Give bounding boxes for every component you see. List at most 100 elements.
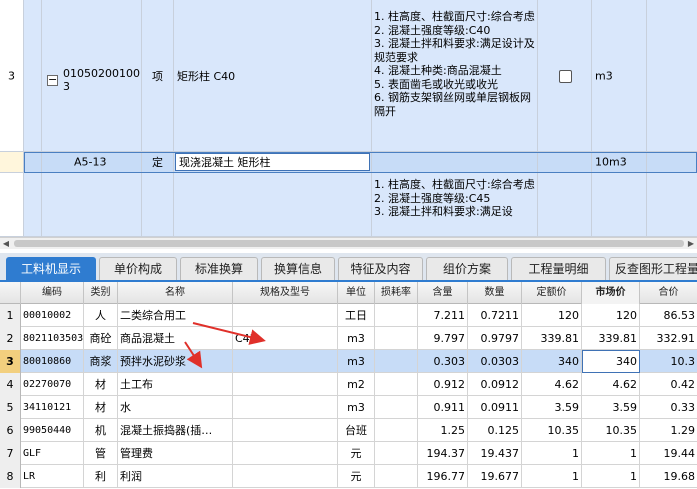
cell-content[interactable]: 196.77 (418, 465, 468, 488)
cell-loss-rate[interactable] (375, 327, 418, 350)
collapse-toggle-icon[interactable]: − (47, 74, 58, 86)
header-spec[interactable]: 规格及型号 (233, 282, 338, 304)
cell-content[interactable]: 1.25 (418, 419, 468, 442)
cell-unit[interactable]: m3 (338, 396, 375, 419)
cell-code[interactable]: 99050440 (21, 419, 84, 442)
scroll-right-icon[interactable]: ▶ (685, 238, 697, 250)
cell-quantity[interactable]: 19.677 (468, 465, 522, 488)
table-row[interactable]: 5 34110121 材水 m3 0.911 0.0911 3.59 3.59 0.33 (0, 396, 697, 419)
grid-row-item[interactable]: 1. 柱高度、柱截面尺寸:综合考虑 2. 混凝土强度等级:C45 3. 混凝土拌… (0, 173, 697, 237)
cell-quantity[interactable]: 0.0911 (468, 396, 522, 419)
grid-row-quota[interactable]: A5-13 定 现浇混凝土 矩形柱 10m3 (0, 152, 697, 173)
cell-total[interactable]: 332.91 (640, 327, 697, 350)
cell-loss-rate[interactable] (375, 419, 418, 442)
cell-unit[interactable]: 工日 (338, 304, 375, 327)
cell-quantity[interactable]: 19.437 (468, 442, 522, 465)
tab-quantity-detail[interactable]: 工程量明细 (511, 257, 606, 280)
cell-quantity[interactable]: 0.7211 (468, 304, 522, 327)
cell-name[interactable]: 土工布 (118, 373, 233, 396)
tab-labor-material-machine[interactable]: 工料机显示 (6, 257, 96, 280)
cell-category[interactable]: 商浆 (84, 350, 118, 373)
cell-quota-price[interactable]: 120 (522, 304, 582, 327)
type-cell[interactable]: 项 (142, 0, 174, 152)
tab-standard-conversion[interactable]: 标准换算 (180, 257, 258, 280)
cell-category[interactable]: 材 (84, 396, 118, 419)
cell-category[interactable]: 商砼 (84, 327, 118, 350)
tab-reverse-graphic-quantity[interactable]: 反查图形工程量 (609, 257, 697, 280)
cell-total[interactable]: 0.33 (640, 396, 697, 419)
cell-quota-price[interactable]: 1 (522, 442, 582, 465)
cell-code[interactable]: 02270070 (21, 373, 84, 396)
cell-content[interactable]: 0.911 (418, 396, 468, 419)
grid-row-item[interactable]: 3 − 010502001003 项 矩形柱 C40 1. 柱高度、柱截面尺寸:… (0, 0, 697, 152)
cell-market-price[interactable]: 120 (582, 304, 640, 327)
cell-total[interactable]: 19.44 (640, 442, 697, 465)
table-row[interactable]: 8 LR 利利润元 196.77 19.677 1 1 19.68 (0, 465, 697, 488)
cell-quota-price[interactable]: 340 (522, 350, 582, 373)
cell-spec[interactable] (233, 442, 338, 465)
tab-pricing-scheme[interactable]: 组价方案 (426, 257, 508, 280)
cell-content[interactable]: 0.912 (418, 373, 468, 396)
cell-code[interactable]: 34110121 (21, 396, 84, 419)
tab-unit-price-composition[interactable]: 单价构成 (99, 257, 177, 280)
cell-spec[interactable] (233, 304, 338, 327)
quota-name-input[interactable]: 现浇混凝土 矩形柱 (175, 153, 370, 171)
cell-spec[interactable] (233, 350, 338, 373)
table-row[interactable]: 1 00010002 人二类综合用工 工日 7.211 0.7211 120 120 86.53 (0, 304, 697, 327)
cell-unit[interactable]: 元 (338, 465, 375, 488)
cell-quantity[interactable]: 0.9797 (468, 327, 522, 350)
cell-unit[interactable]: m2 (338, 373, 375, 396)
cell-spec[interactable] (233, 465, 338, 488)
cell-total[interactable]: 1.29 (640, 419, 697, 442)
cell-total[interactable]: 86.53 (640, 304, 697, 327)
cell-category[interactable]: 机 (84, 419, 118, 442)
cell-unit[interactable]: m3 (338, 327, 375, 350)
cell-content[interactable]: 194.37 (418, 442, 468, 465)
unit-cell[interactable]: m3 (592, 0, 647, 152)
cell-market-price[interactable]: 1 (582, 465, 640, 488)
cell-quantity[interactable]: 0.0912 (468, 373, 522, 396)
header-loss-rate[interactable]: 损耗率 (375, 282, 418, 304)
cell-code[interactable]: LR (21, 465, 84, 488)
description-cell[interactable]: 1. 柱高度、柱截面尺寸:综合考虑 2. 混凝土强度等级:C40 3. 混凝土拌… (372, 0, 538, 152)
cell-name[interactable]: 利润 (118, 465, 233, 488)
cell-loss-rate[interactable] (375, 396, 418, 419)
item-checkbox[interactable] (559, 70, 572, 83)
scroll-left-icon[interactable]: ◀ (0, 238, 12, 250)
cell-category[interactable]: 利 (84, 465, 118, 488)
cell-code[interactable]: 8021103503 (21, 327, 84, 350)
cell-quantity[interactable]: 0.125 (468, 419, 522, 442)
cell-code[interactable]: 00010002 (21, 304, 84, 327)
header-category[interactable]: 类别 (84, 282, 118, 304)
header-market-price[interactable]: 市场价 (582, 282, 640, 304)
description-cell[interactable] (372, 152, 538, 173)
type-cell[interactable] (142, 173, 174, 237)
cell-name[interactable]: 管理费 (118, 442, 233, 465)
tab-features-content[interactable]: 特征及内容 (338, 257, 423, 280)
table-row[interactable]: 6 99050440 机混凝土振捣器(插… 台班 1.25 0.125 10.35 10.35… (0, 419, 697, 442)
cell-quota-price[interactable]: 1 (522, 465, 582, 488)
cell-name[interactable]: 混凝土振捣器(插… (118, 419, 233, 442)
name-cell[interactable]: 矩形柱 C40 (174, 0, 372, 152)
cell-code[interactable]: 80010860 (21, 350, 84, 373)
header-total[interactable]: 合价 (640, 282, 697, 304)
cell-name[interactable]: 水 (118, 396, 233, 419)
unit-cell[interactable]: 10m3 (592, 152, 647, 173)
cell-market-price[interactable]: 10.35 (582, 419, 640, 442)
type-cell[interactable]: 定 (142, 152, 174, 173)
cell-total[interactable]: 0.42 (640, 373, 697, 396)
code-cell[interactable]: − 010502001003 (42, 0, 142, 152)
cell-spec[interactable]: C45 (233, 327, 338, 350)
unit-cell[interactable] (592, 173, 647, 237)
horizontal-scrollbar[interactable]: ◀ ▶ (0, 237, 697, 249)
cell-quantity[interactable]: 0.0303 (468, 350, 522, 373)
cell-name[interactable]: 预拌水泥砂浆 (118, 350, 233, 373)
header-unit[interactable]: 单位 (338, 282, 375, 304)
header-quota-price[interactable]: 定额价 (522, 282, 582, 304)
cell-name[interactable]: 二类综合用工 (118, 304, 233, 327)
cell-market-price[interactable]: 1 (582, 442, 640, 465)
cell-unit[interactable]: 台班 (338, 419, 375, 442)
cell-loss-rate[interactable] (375, 373, 418, 396)
cell-total[interactable]: 19.68 (640, 465, 697, 488)
cell-quota-price[interactable]: 4.62 (522, 373, 582, 396)
